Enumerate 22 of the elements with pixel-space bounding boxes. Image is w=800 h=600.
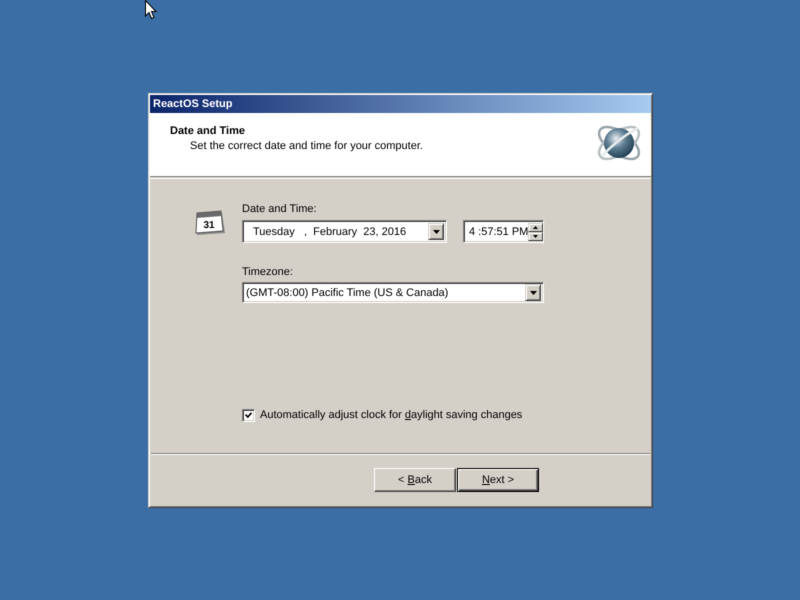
page-title: Date and Time <box>170 125 246 137</box>
back-button[interactable]: < Back <box>374 468 456 492</box>
caret-up-icon <box>533 226 538 228</box>
date-picker[interactable]: Tuesday , February 23, 2016 <box>242 220 447 243</box>
caret-down-icon <box>533 234 538 238</box>
time-field[interactable]: 4 :57:51 PM <box>463 220 544 243</box>
calendar-icon: 31 <box>195 209 226 237</box>
next-button[interactable]: Next > <box>457 468 539 492</box>
checkbox-label[interactable]: Automatically adjust clock for daylight saving changes <box>260 409 522 422</box>
timezone-label: Timezone: <box>242 266 294 279</box>
page-subtitle: Set the correct date and time for your computer. <box>189 140 423 152</box>
checkmark-icon <box>245 412 252 419</box>
checkbox[interactable] <box>242 409 255 422</box>
caret-down-icon <box>530 290 536 294</box>
window-title: ReactOS Setup <box>153 98 232 110</box>
dropdown-button[interactable] <box>428 223 444 240</box>
mouse-pointer-icon <box>145 0 157 20</box>
caret-down-icon <box>432 230 440 234</box>
spin-up-button[interactable] <box>528 222 544 232</box>
date-time-label: Date and Time: <box>242 203 318 216</box>
timezone-dropdown[interactable]: (GMT-08:00) Pacific Time (US & Canada) <box>242 282 544 303</box>
dropdown-button[interactable] <box>525 284 541 301</box>
